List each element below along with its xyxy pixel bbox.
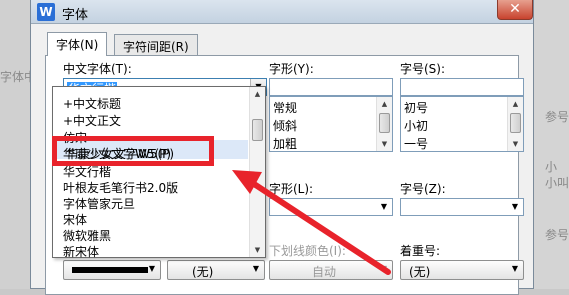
list-item[interactable]: 初号	[404, 99, 428, 116]
font-style-list[interactable]: 常规 倾斜 加粗 ▲ ▼	[269, 96, 393, 152]
font-size-list[interactable]: 初号 小初 一号 ▲ ▼	[400, 96, 524, 152]
list-item[interactable]: 倾斜	[273, 117, 297, 134]
font-size-label-2: 字号(Z):	[400, 182, 446, 196]
background-document-right: 参号 小 小叫 参号	[533, 0, 569, 289]
font-option[interactable]: 新宋体	[63, 243, 99, 260]
emphasis-label: 着重号:	[400, 244, 441, 258]
chinese-font-label: 中文字体(T):	[63, 62, 132, 76]
font-size-input[interactable]	[400, 78, 524, 96]
font-option[interactable]: 宋体	[63, 211, 87, 228]
chevron-down-icon[interactable]: ▼	[149, 264, 155, 273]
chevron-down-icon[interactable]: ▼	[512, 264, 518, 273]
font-option[interactable]: 叶根友毛笔行书2.0版	[63, 179, 178, 196]
font-option[interactable]: 字体管家元旦	[63, 195, 135, 212]
chevron-down-icon[interactable]: ▼	[381, 264, 387, 273]
scroll-thumb[interactable]	[379, 113, 390, 133]
font-color-swatch	[72, 267, 148, 273]
window-title: 字体	[62, 8, 89, 23]
dropdown-scrollbar[interactable]: ▲ ▼	[249, 87, 265, 257]
font-option[interactable]: +中文标题	[63, 95, 121, 112]
list-item[interactable]: 小初	[404, 117, 428, 134]
emphasis-value: (无)	[409, 265, 431, 279]
scroll-up-icon[interactable]: ▲	[377, 97, 392, 111]
scroll-down-icon[interactable]: ▼	[377, 137, 392, 151]
font-style-label-2: 字形(L):	[269, 182, 314, 196]
underline-color-value: 自动	[312, 265, 337, 279]
tab-character-spacing[interactable]: 字符间距(R)	[114, 34, 198, 55]
underline-style-dropdown[interactable]: (无) ▼	[167, 260, 265, 280]
underline-color-dropdown[interactable]: 自动 ▼	[269, 260, 393, 280]
background-text: 参号	[545, 228, 569, 242]
chevron-down-icon[interactable]: ▼	[253, 264, 259, 273]
chinese-font-dropdown-list[interactable]: +中文标题 +中文正文 仿宋 华康少女文字W5(P) 华文行楷 叶根友毛笔行书2…	[52, 86, 266, 260]
list-item[interactable]: 常规	[273, 99, 297, 116]
font-style-input[interactable]	[269, 78, 393, 96]
underline-color-label: 下划线颜色(I):	[269, 244, 346, 258]
scroll-up-icon[interactable]: ▲	[508, 97, 523, 111]
font-color-dropdown[interactable]: ▼	[63, 260, 161, 280]
font-style-combo-2[interactable]: ▼	[269, 198, 393, 216]
scrollbar[interactable]: ▲ ▼	[376, 97, 392, 151]
chevron-down-icon[interactable]: ▼	[507, 199, 523, 215]
background-text: 参号	[545, 110, 569, 124]
close-button[interactable]: ✕	[497, 0, 533, 20]
scroll-down-icon[interactable]: ▼	[250, 243, 265, 257]
title-bar: W 字体 ✕	[31, 0, 533, 24]
list-item[interactable]: 一号	[404, 135, 428, 151]
scroll-thumb[interactable]	[510, 113, 521, 133]
underline-style-value: (无)	[192, 265, 214, 279]
list-item[interactable]: 加粗	[273, 135, 297, 151]
tab-font[interactable]: 字体(N)	[47, 32, 108, 56]
scroll-up-icon[interactable]: ▲	[250, 87, 265, 101]
scroll-thumb[interactable]	[252, 119, 263, 141]
highlight-annotation-box: 华康少女文字W5(P)	[52, 136, 214, 166]
font-option[interactable]: 微软雅黑	[63, 227, 111, 244]
background-text: 小叫	[545, 176, 569, 190]
font-style-label: 字形(Y):	[269, 62, 314, 76]
scrollbar[interactable]: ▲ ▼	[507, 97, 523, 151]
chevron-down-icon[interactable]: ▼	[376, 199, 392, 215]
highlighted-font-label: 华康少女文字W5(P)	[66, 147, 175, 161]
scroll-down-icon[interactable]: ▼	[508, 137, 523, 151]
font-size-combo-2[interactable]: ▼	[400, 198, 524, 216]
font-size-label: 字号(S):	[400, 62, 446, 76]
font-option[interactable]: +中文正文	[63, 112, 121, 129]
emphasis-dropdown[interactable]: (无) ▼	[400, 260, 524, 280]
background-text: 小	[545, 160, 558, 174]
wps-logo-icon: W	[37, 3, 55, 21]
